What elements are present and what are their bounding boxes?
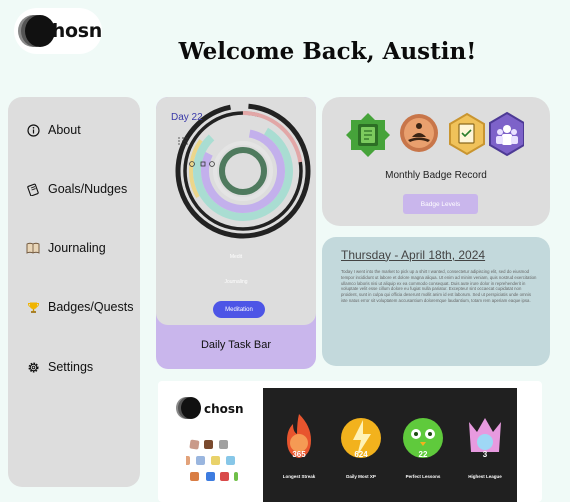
promo-logo: chosn <box>176 397 244 421</box>
stat-perfect-lessons: 22 Perfect Lessons <box>397 412 449 502</box>
task-sub-label: Journaling <box>224 279 248 285</box>
journal-entry-card[interactable]: Thursday - April 18th, 2024 Today I went… <box>322 237 550 366</box>
sidebar-item-label: About <box>48 123 81 137</box>
notepad-icon <box>26 182 40 196</box>
stat-value: 365 <box>292 450 306 459</box>
stat-label: Perfect Lessons <box>405 474 441 479</box>
sidebar-item-about[interactable]: About <box>26 123 81 137</box>
badge-record-card: Monthly Badge Record Badge Levels <box>322 97 550 226</box>
stat-label: Daily Most XP <box>346 474 376 479</box>
journal-body: Today I went into the market to pick up … <box>341 269 537 303</box>
task-card-title: Daily Task Bar <box>200 339 272 351</box>
promo-card: chosn 365 Longest Streak 624 Daily Most … <box>158 381 542 502</box>
sidebar-item-label: Goals/Nudges <box>48 182 128 196</box>
badge-levels-button[interactable]: Badge Levels <box>403 194 478 214</box>
journal-badge-icon[interactable] <box>346 113 390 157</box>
sidebar-item-settings[interactable]: Settings <box>26 360 93 374</box>
meditation-badge-icon[interactable] <box>400 114 438 152</box>
team-badge-icon[interactable] <box>489 111 524 157</box>
sidebar-item-badges[interactable]: Badges/Quests <box>26 300 133 314</box>
badge-row <box>346 111 524 157</box>
stat-value: 22 <box>418 450 428 459</box>
task-sub-label: Medit <box>229 254 243 260</box>
stat-label: Highest League <box>468 474 502 479</box>
trophy-icon <box>26 300 40 314</box>
stat-value: 3 <box>482 450 488 459</box>
meditation-button[interactable]: Meditation <box>213 301 265 318</box>
journal-date: Thursday - April 18th, 2024 <box>341 248 486 262</box>
task-ring-panel: Day 22 Medit Journaling Meditation <box>156 97 316 325</box>
green-ring <box>219 147 267 195</box>
book-icon <box>26 241 40 255</box>
sidebar-item-label: Settings <box>48 360 94 374</box>
task-progress-rings <box>175 103 311 239</box>
badge-card-title: Monthly Badge Record <box>385 170 487 181</box>
stat-label: Longest Streak <box>282 474 316 479</box>
info-icon <box>26 123 40 137</box>
stat-highest-league: 3 Highest League <box>459 412 511 502</box>
stat-value: 624 <box>354 450 368 459</box>
daily-task-card[interactable]: Day 22 Medit Journaling Meditation Daily… <box>156 97 316 369</box>
day-counter: Day 22 <box>171 112 203 123</box>
sidebar: About Goals/Nudges Journaling Badges/Que… <box>8 97 140 487</box>
sidebar-item-label: Journaling <box>48 241 106 255</box>
gear-icon <box>26 360 40 374</box>
stats-panel: 365 Longest Streak 624 Daily Most XP 22 … <box>263 388 517 502</box>
sidebar-item-goals[interactable]: Goals/Nudges <box>26 182 127 196</box>
stat-daily-most-xp: 624 Daily Most XP <box>335 412 387 502</box>
mini-badge-grid <box>186 439 238 481</box>
checklist-badge-icon[interactable] <box>449 112 485 156</box>
promo-brand-name: chosn <box>204 402 244 416</box>
stat-longest-streak: 365 Longest Streak <box>273 412 325 502</box>
teal-ring <box>193 121 293 221</box>
sidebar-item-label: Badges/Quests <box>48 300 134 314</box>
sidebar-item-journaling[interactable]: Journaling <box>26 241 106 255</box>
welcome-heading: Welcome Back, Austin! <box>178 38 477 65</box>
brand-mark-icon <box>176 397 202 421</box>
